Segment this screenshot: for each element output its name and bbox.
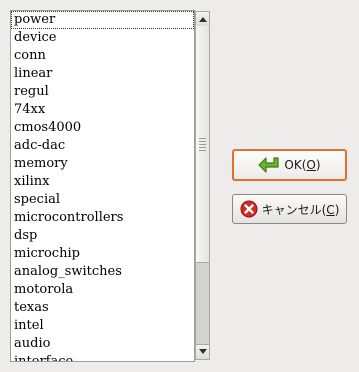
list-item[interactable]: regul — [11, 83, 194, 101]
list-item[interactable]: power — [11, 11, 194, 29]
list-items: power device conn linear regul 74xx cmos4000 ad… — [11, 11, 194, 361]
ok-label: OK(O) — [284, 158, 321, 172]
list-item[interactable]: analog_switches — [11, 263, 194, 281]
list-item[interactable]: 74xx — [11, 101, 194, 119]
scroll-down-button[interactable] — [196, 344, 209, 359]
ok-button[interactable]: OK(O) — [232, 149, 347, 181]
list-item[interactable]: microcontrollers — [11, 209, 194, 227]
library-listbox[interactable]: power device conn linear regul 74xx cmos4000 ad… — [10, 10, 195, 362]
scroll-up-button[interactable] — [196, 12, 209, 27]
list-item[interactable]: adc-dac — [11, 137, 194, 155]
cancel-label: キャンセル(C) — [261, 202, 340, 217]
list-item[interactable]: audio — [11, 335, 194, 353]
list-item[interactable]: dsp — [11, 227, 194, 245]
scroll-thumb[interactable] — [196, 26, 209, 263]
list-item[interactable]: device — [11, 29, 194, 47]
list-item[interactable]: microchip — [11, 245, 194, 263]
list-item[interactable]: conn — [11, 47, 194, 65]
list-item[interactable]: linear — [11, 65, 194, 83]
cancel-button[interactable]: キャンセル(C) — [232, 194, 347, 224]
vertical-scrollbar[interactable] — [195, 11, 210, 360]
arrow-down-icon — [198, 349, 207, 354]
grip-icon — [199, 138, 206, 152]
list-item[interactable]: interface — [11, 353, 194, 361]
list-item[interactable]: motorola — [11, 281, 194, 299]
red-x-circle-icon — [240, 200, 258, 218]
list-item[interactable]: intel — [11, 317, 194, 335]
green-left-arrow-icon — [258, 156, 280, 174]
list-item[interactable]: memory — [11, 155, 194, 173]
list-item[interactable]: cmos4000 — [11, 119, 194, 137]
list-item[interactable]: xilinx — [11, 173, 194, 191]
arrow-up-icon — [198, 17, 207, 22]
list-item[interactable]: texas — [11, 299, 194, 317]
list-item[interactable]: special — [11, 191, 194, 209]
